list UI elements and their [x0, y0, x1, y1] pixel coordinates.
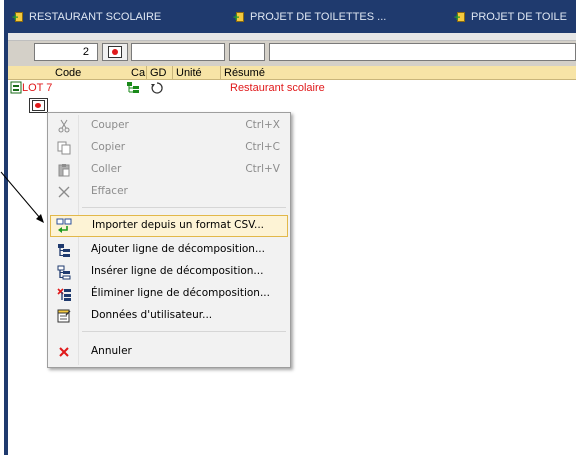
menu-item-effacer[interactable]: Effacer: [50, 181, 288, 203]
delete-x-icon: [56, 185, 72, 199]
menu-item-importer-csv[interactable]: Importer depuis un format CSV...: [50, 215, 288, 237]
refresh-icon: [150, 81, 164, 97]
filter-field-3[interactable]: [269, 43, 576, 61]
row-code: LOT 7: [22, 82, 53, 94]
tab-restaurant-scolaire[interactable]: + RESTAURANT SCOLAIRE: [12, 9, 161, 25]
remove-line-icon: [56, 287, 72, 301]
column-ca[interactable]: Ca: [128, 66, 145, 80]
filter-field-2[interactable]: [229, 43, 265, 61]
filter-field-1[interactable]: [131, 43, 225, 61]
level-up-icon[interactable]: [29, 98, 48, 113]
left-border: [0, 0, 8, 455]
decomposition-icon: [126, 81, 140, 97]
menu-item-inserer-ligne[interactable]: Insérer ligne de décomposition...: [50, 261, 288, 283]
menu-item-eliminer-ligne[interactable]: Éliminer ligne de décomposition...: [50, 283, 288, 305]
user-data-icon: [56, 309, 72, 323]
menu-item-copier[interactable]: Copier Ctrl+C: [50, 137, 288, 159]
menu-item-donnees-utilisateur[interactable]: Données d'utilisateur...: [50, 305, 288, 327]
insert-line-icon: [56, 265, 72, 279]
app-window: + RESTAURANT SCOLAIRE + PROJET DE TOILET…: [0, 0, 576, 455]
menu-separator: [82, 331, 286, 332]
toolbar: 2: [8, 33, 576, 66]
column-unite[interactable]: Unité: [172, 66, 202, 80]
scissors-icon: [56, 119, 72, 133]
column-code[interactable]: Code: [52, 66, 81, 80]
project-icon: +: [454, 11, 467, 24]
add-line-icon: [56, 243, 72, 257]
level-field[interactable]: 2: [34, 43, 98, 61]
tab-label: PROJET DE TOILE: [471, 11, 567, 23]
level-up-button[interactable]: [102, 43, 128, 61]
row-resume: Restaurant scolaire: [230, 82, 325, 94]
tab-projet-toilettes[interactable]: + PROJET DE TOILETTES ...: [233, 9, 386, 25]
menu-item-couper[interactable]: Couper Ctrl+X: [50, 115, 288, 137]
menu-separator: [82, 207, 286, 208]
menu-item-ajouter-ligne[interactable]: Ajouter ligne de décomposition...: [50, 239, 288, 261]
tab-projet-toile[interactable]: + PROJET DE TOILE: [454, 9, 567, 25]
level-up-icon: [108, 46, 122, 58]
project-icon: +: [233, 11, 246, 24]
chapter-icon: [10, 81, 22, 97]
column-gd[interactable]: GD: [146, 66, 167, 80]
column-resume[interactable]: Résumé: [220, 66, 265, 80]
project-icon: +: [12, 11, 25, 24]
grid-header: Code Ca GD Unité Résumé: [8, 66, 576, 80]
tab-label: PROJET DE TOILETTES ...: [250, 11, 387, 23]
menu-item-annuler[interactable]: Annuler: [50, 341, 288, 363]
tab-bar: + RESTAURANT SCOLAIRE + PROJET DE TOILET…: [8, 0, 576, 33]
import-csv-icon: [56, 218, 72, 233]
tab-label: RESTAURANT SCOLAIRE: [29, 11, 162, 23]
cancel-icon: [56, 345, 72, 359]
table-row[interactable]: LOT 7 Restaurant scolaire: [8, 80, 576, 96]
copy-icon: [56, 141, 72, 155]
menu-item-coller[interactable]: Coller Ctrl+V: [50, 159, 288, 181]
context-menu: Couper Ctrl+X Copier Ctrl+C Coller Ctrl+…: [47, 112, 291, 368]
paste-icon: [56, 163, 72, 177]
